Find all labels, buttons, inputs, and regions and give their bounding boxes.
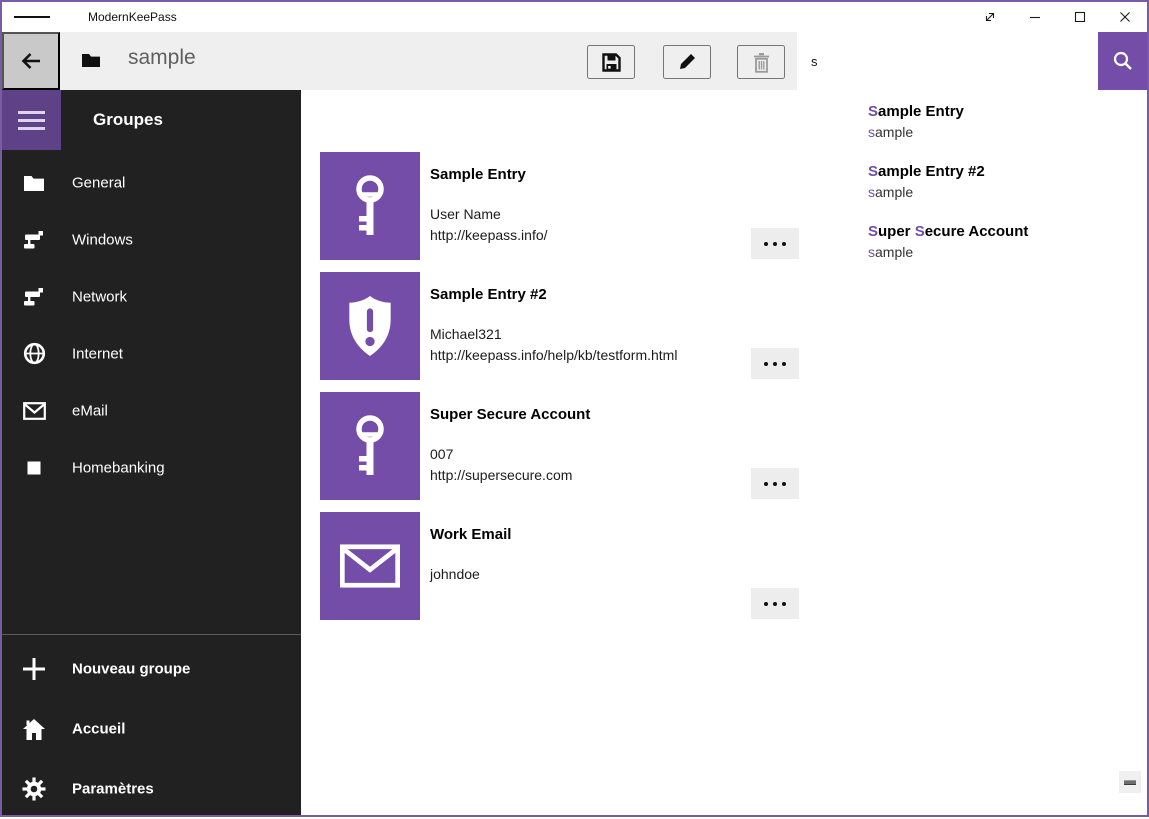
key-icon <box>348 413 392 479</box>
suggestion-group: sample <box>868 243 1099 262</box>
entry-more-button[interactable] <box>751 588 799 619</box>
window-controls <box>967 2 1147 32</box>
sidebar-item-general[interactable]: General <box>2 154 301 211</box>
suggestion-item[interactable]: Sample Entry #2 sample <box>799 154 1099 214</box>
entry-more-button[interactable] <box>751 468 799 499</box>
entry-more-button[interactable] <box>751 348 799 379</box>
close-button[interactable] <box>1102 2 1147 32</box>
sidebar-item-home[interactable]: Accueil <box>2 699 301 759</box>
save-button[interactable] <box>587 45 635 79</box>
sidebar-item-label: General <box>72 174 125 191</box>
entry-tile[interactable] <box>320 152 420 260</box>
sidebar-item-internet[interactable]: Internet <box>2 325 301 382</box>
search-input[interactable] <box>797 32 1098 90</box>
workstation-icon <box>22 285 46 309</box>
entry-username: Michael321 <box>430 326 502 342</box>
gear-icon <box>22 777 46 801</box>
entry-title: Sample Entry <box>430 166 526 183</box>
shield-alert-icon <box>347 295 393 357</box>
workstation-icon <box>22 228 46 252</box>
key-icon <box>348 173 392 239</box>
back-button[interactable] <box>2 32 60 90</box>
maximize-button[interactable] <box>1057 2 1102 32</box>
entry-title: Sample Entry #2 <box>430 286 547 303</box>
suggestion-item[interactable]: Sample Entry sample <box>799 94 1099 154</box>
edit-button[interactable] <box>663 45 711 79</box>
suggestion-group: sample <box>868 123 1099 142</box>
groups-header: Groupes <box>93 90 163 150</box>
sidebar-item-email[interactable]: eMail <box>2 382 301 439</box>
sidebar-item-homebanking[interactable]: Homebanking <box>2 439 301 496</box>
mail-icon <box>340 544 400 588</box>
square-icon <box>22 456 46 480</box>
trash-icon <box>752 52 771 73</box>
entry-tile[interactable] <box>320 272 420 380</box>
delete-button[interactable] <box>737 45 785 79</box>
minus-icon <box>1124 780 1136 785</box>
search-icon <box>1112 50 1134 72</box>
close-icon <box>1118 10 1132 24</box>
sidebar-hamburger-button[interactable] <box>2 90 61 150</box>
titlebar: ModernKeePass <box>2 2 1147 32</box>
sidebar-divider <box>2 634 301 635</box>
mail-icon <box>22 399 46 423</box>
entry-title: Super Secure Account <box>430 406 590 423</box>
app-bar: sample <box>2 32 1147 90</box>
minimize-icon <box>1028 10 1042 24</box>
database-folder-icon <box>80 50 102 75</box>
suggestion-title: Sample Entry #2 <box>868 163 1099 181</box>
entry-row-sample-entry[interactable]: Sample Entry User Name http://keepass.in… <box>320 152 802 260</box>
database-title: sample <box>128 46 196 70</box>
sidebar-item-label: Homebanking <box>72 459 165 476</box>
globe-icon <box>22 342 46 366</box>
sidebar-item-label: Network <box>72 288 127 305</box>
sidebar-item-network[interactable]: Network <box>2 268 301 325</box>
plus-icon <box>22 657 46 681</box>
sidebar-item-new-group[interactable]: Nouveau groupe <box>2 639 301 699</box>
sidebar-item-label: Internet <box>72 345 123 362</box>
sidebar-item-label: Windows <box>72 231 133 248</box>
entry-url: http://supersecure.com <box>430 467 572 483</box>
titlebar-hamburger-icon[interactable] <box>14 2 50 32</box>
home-icon <box>22 717 46 741</box>
entry-title: Work Email <box>430 526 511 543</box>
suggestion-group: sample <box>868 183 1099 202</box>
back-arrow-icon <box>18 48 44 74</box>
hamburger-icon <box>18 111 45 114</box>
suggestion-title: Sample Entry <box>868 103 1099 121</box>
sidebar-item-label: Paramètres <box>72 781 154 798</box>
entry-username: johndoe <box>430 566 480 582</box>
folder-icon <box>22 171 46 195</box>
maximize-icon <box>1073 10 1087 24</box>
expand-diagonal-icon <box>983 10 997 24</box>
fullscreen-button[interactable] <box>967 2 1012 32</box>
pencil-icon <box>677 52 697 72</box>
sidebar-item-windows[interactable]: Windows <box>2 211 301 268</box>
entry-row-super-secure-account[interactable]: Super Secure Account 007 http://supersec… <box>320 392 802 500</box>
app-title: ModernKeePass <box>88 2 177 32</box>
suggestion-title: Super Secure Account <box>868 223 1099 241</box>
entry-tile[interactable] <box>320 392 420 500</box>
entry-row-work-email[interactable]: Work Email johndoe <box>320 512 802 620</box>
sidebar-item-label: Nouveau groupe <box>72 661 190 678</box>
search-suggestions: Sample Entry sample Sample Entry #2 samp… <box>799 94 1099 274</box>
suggestion-item[interactable]: Super Secure Account sample <box>799 214 1099 274</box>
entry-list: Sample Entry User Name http://keepass.in… <box>320 152 802 632</box>
entry-url: http://keepass.info/ <box>430 227 548 243</box>
sidebar-item-settings[interactable]: Paramètres <box>2 759 301 819</box>
entry-url: http://keepass.info/help/kb/testform.htm… <box>430 347 677 363</box>
minimize-button[interactable] <box>1012 2 1057 32</box>
sidebar-item-label: Accueil <box>72 721 125 738</box>
save-icon <box>601 52 622 73</box>
entry-tile[interactable] <box>320 512 420 620</box>
zoom-out-button[interactable] <box>1119 771 1141 793</box>
search-button[interactable] <box>1098 32 1147 90</box>
entry-more-button[interactable] <box>751 228 799 259</box>
sidebar-item-label: eMail <box>72 402 108 419</box>
entry-row-sample-entry-2[interactable]: Sample Entry #2 Michael321 http://keepas… <box>320 272 802 380</box>
entry-username: User Name <box>430 206 501 222</box>
sidebar: Groupes General Windows Network <box>2 90 301 815</box>
entry-username: 007 <box>430 446 453 462</box>
